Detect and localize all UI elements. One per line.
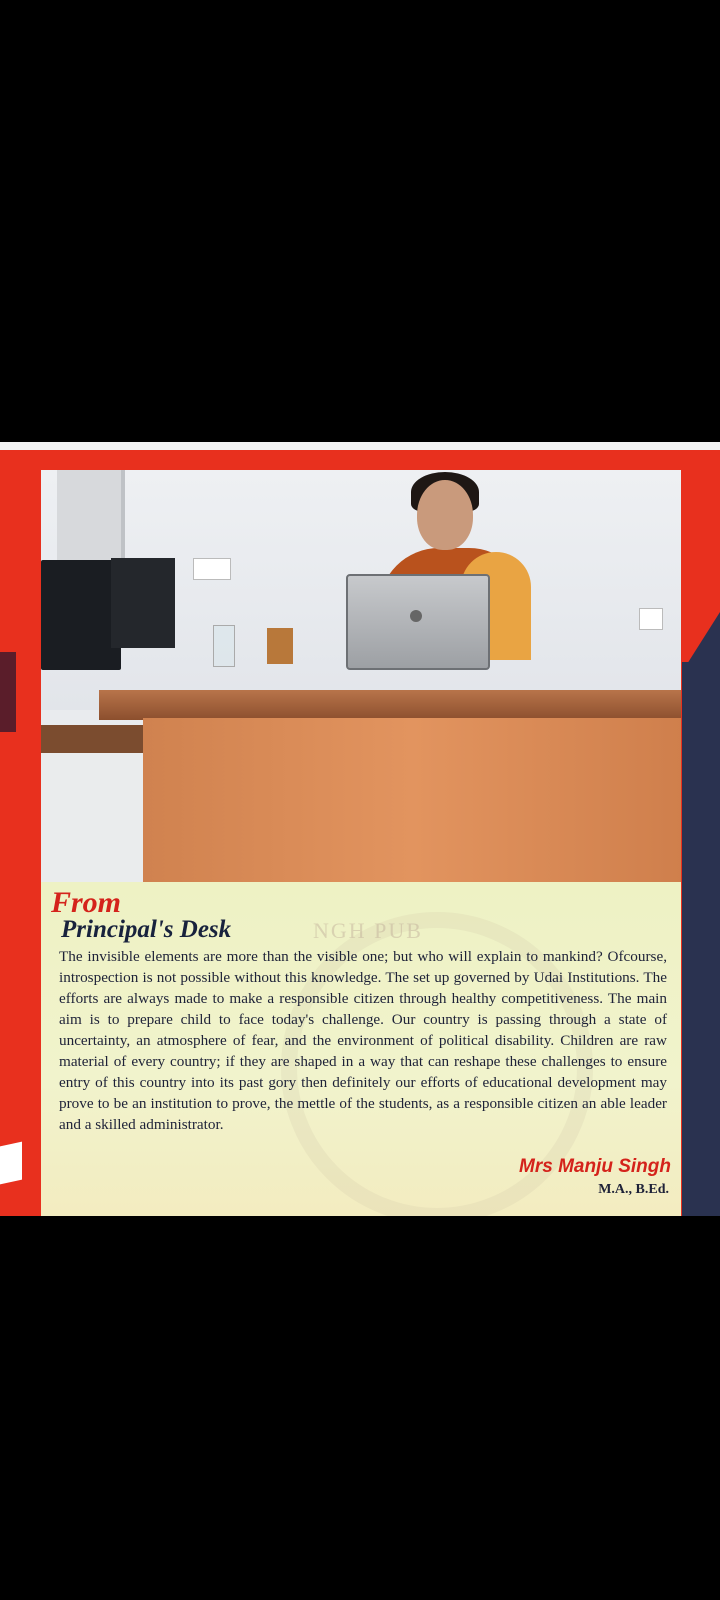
photo-floor — [41, 753, 143, 890]
watermark-text: NGH PUB — [313, 918, 423, 943]
signatory-qualification: M.A., B.Ed. — [598, 1182, 669, 1197]
photo-laptop — [346, 574, 490, 670]
photo-desk-front — [143, 718, 681, 890]
left-edge-decoration — [0, 652, 16, 732]
heading-from: From — [51, 886, 122, 919]
page-top-edge — [0, 442, 720, 450]
photo-monitor-second — [111, 558, 175, 648]
laptop-logo-icon — [410, 610, 422, 622]
photo-person-face — [417, 480, 473, 550]
heading-principals-desk: Principal's Desk — [61, 916, 232, 943]
photo-wall-switch — [193, 558, 231, 580]
photo-pen-holder — [267, 628, 293, 664]
principal-photo — [41, 470, 681, 890]
message-panel: NGH PUB From Principal's Desk The invisi… — [41, 882, 681, 1216]
signatory-name: Mrs Manju Singh — [519, 1156, 671, 1177]
photo-wall-socket — [639, 608, 663, 630]
photo-door — [57, 470, 125, 560]
left-edge-tear — [0, 1141, 22, 1185]
navy-side-band — [682, 662, 720, 1216]
photo-desk-top — [99, 690, 681, 720]
photo-glass — [213, 625, 235, 667]
photo-monitor — [41, 560, 121, 670]
scanned-page: NGH PUB From Principal's Desk The invisi… — [0, 442, 720, 1216]
photo-desk-side — [41, 725, 145, 753]
message-body: The invisible elements are more than the… — [59, 948, 667, 1133]
